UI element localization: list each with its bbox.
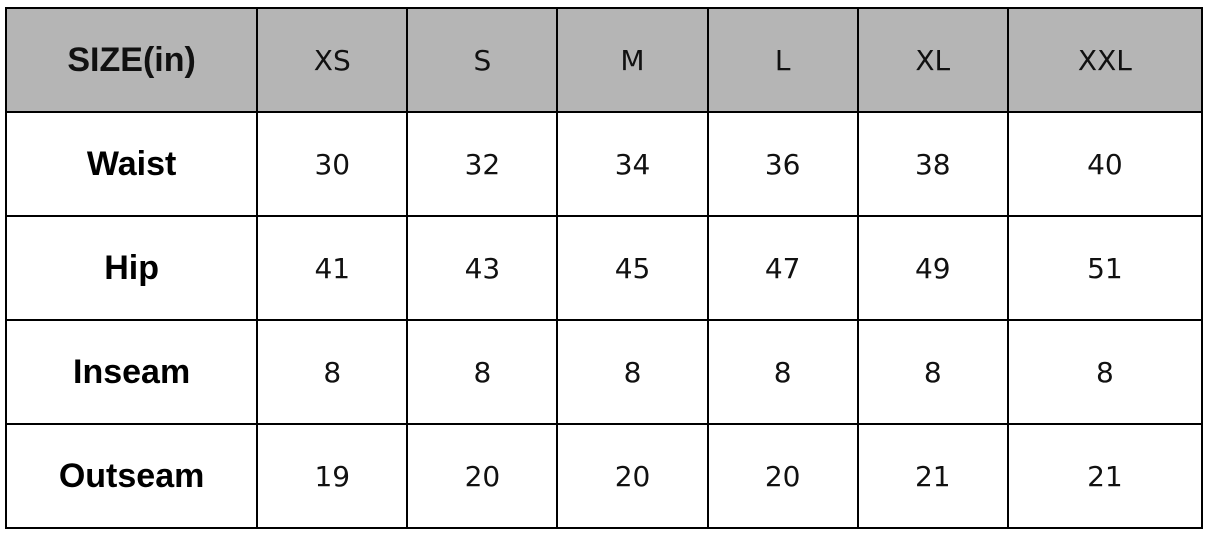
column-header-s: S: [406, 7, 559, 113]
table-cell: 49: [856, 215, 1009, 321]
table-cell: 43: [406, 215, 559, 321]
table-cell: 19: [256, 423, 409, 529]
header-row: SIZE(in) XS S M L XL XXL: [4, 7, 1204, 113]
table-cell: 41: [256, 215, 409, 321]
column-header-xs: XS: [256, 7, 409, 113]
row-label: Inseam: [4, 319, 259, 425]
table-cell: 40: [1006, 111, 1204, 217]
table-cell: 38: [856, 111, 1009, 217]
table-cell: 8: [856, 319, 1009, 425]
table-cell: 30: [256, 111, 409, 217]
row-label: Waist: [4, 111, 259, 217]
table-cell: 45: [556, 215, 709, 321]
row-label: Hip: [4, 215, 259, 321]
corner-header: SIZE(in): [4, 7, 259, 113]
table-cell: 47: [706, 215, 859, 321]
table-cell: 8: [1006, 319, 1204, 425]
size-chart-table: SIZE(in) XS S M L XL XXL Waist 30 32 34 …: [4, 7, 1204, 529]
table-cell: 20: [406, 423, 559, 529]
table-cell: 8: [406, 319, 559, 425]
table-cell: 20: [706, 423, 859, 529]
column-header-m: M: [556, 7, 709, 113]
table-row-hip: Hip 41 43 45 47 49 51: [4, 215, 1204, 321]
table-cell: 21: [1006, 423, 1204, 529]
table-cell: 8: [556, 319, 709, 425]
table-cell: 36: [706, 111, 859, 217]
table-cell: 20: [556, 423, 709, 529]
table-cell: 8: [256, 319, 409, 425]
column-header-xxl: XXL: [1006, 7, 1204, 113]
row-label: Outseam: [4, 423, 259, 529]
column-header-l: L: [706, 7, 859, 113]
table-cell: 21: [856, 423, 1009, 529]
table-row-waist: Waist 30 32 34 36 38 40: [4, 111, 1204, 217]
table-cell: 51: [1006, 215, 1204, 321]
column-header-xl: XL: [856, 7, 1009, 113]
table-cell: 8: [706, 319, 859, 425]
table-cell: 32: [406, 111, 559, 217]
table-cell: 34: [556, 111, 709, 217]
table-row-inseam: Inseam 8 8 8 8 8 8: [4, 319, 1204, 425]
table-row-outseam: Outseam 19 20 20 20 21 21: [4, 423, 1204, 529]
